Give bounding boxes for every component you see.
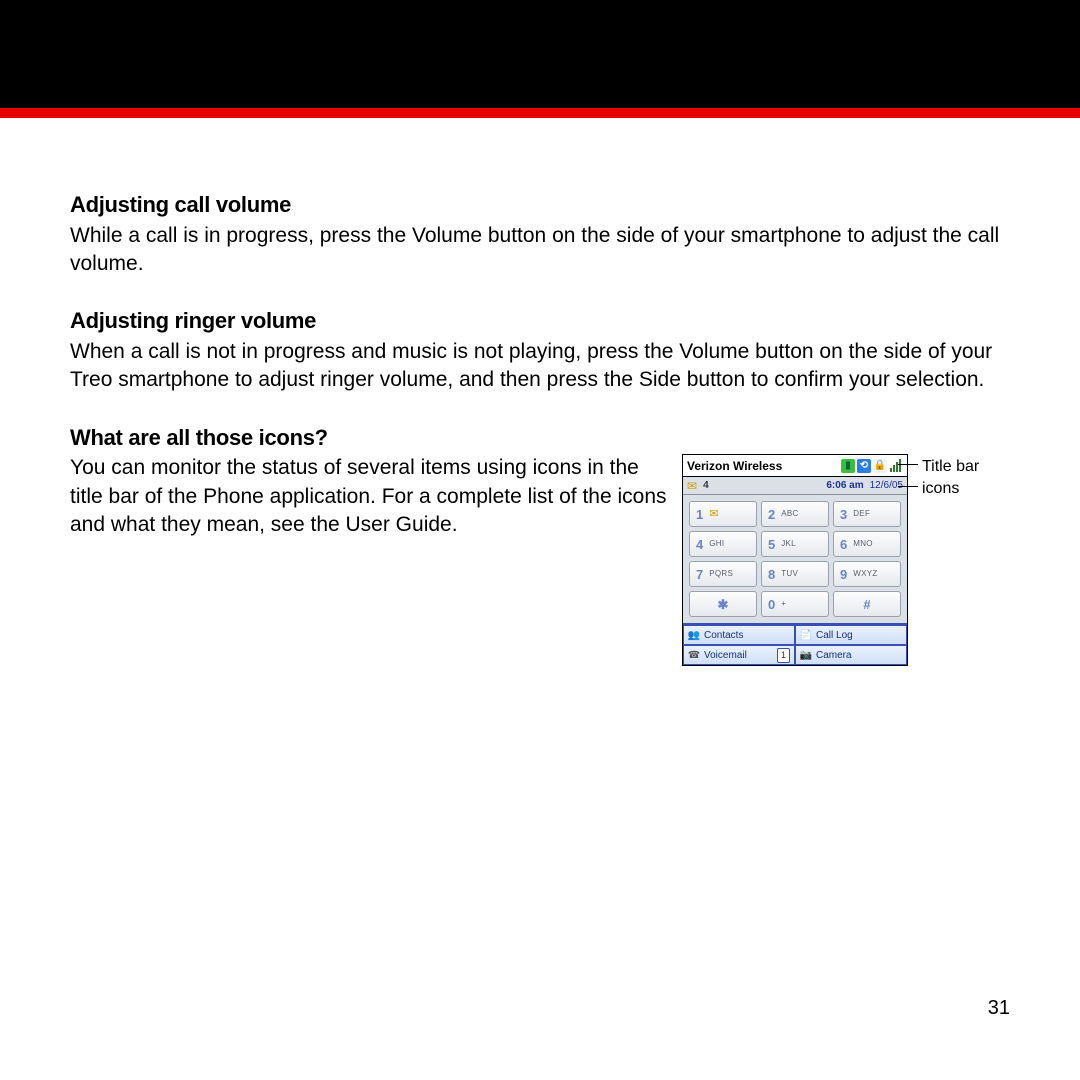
key-3[interactable]: 3DEF: [833, 501, 901, 527]
key-8[interactable]: 8TUV: [761, 561, 829, 587]
signal-icon: [889, 459, 903, 473]
manual-page: Adjusting call volume While a call is in…: [0, 0, 1080, 1080]
fav-contacts[interactable]: 👥 Contacts: [683, 625, 795, 645]
key-5[interactable]: 5JKL: [761, 531, 829, 557]
key-7[interactable]: 7PQRS: [689, 561, 757, 587]
key-0[interactable]: 0+: [761, 591, 829, 617]
calllog-icon: 📄: [800, 629, 812, 641]
battery-icon: ▮: [841, 459, 855, 473]
key-9[interactable]: 9WXYZ: [833, 561, 901, 587]
callout-line-icons: [898, 486, 918, 487]
phone-illustration-column: Verizon Wireless ▮ ⟲ 🔒 ✉ 4 6:06 am 12/: [682, 454, 1010, 666]
section2-body: When a call is not in progress and music…: [70, 338, 1010, 395]
section3-body: You can monitor the status of several it…: [70, 454, 670, 539]
phone-mockup: Verizon Wireless ▮ ⟲ 🔒 ✉ 4 6:06 am 12/: [682, 454, 908, 666]
key-6[interactable]: 6MNO: [833, 531, 901, 557]
section1-body: While a call is in progress, press the V…: [70, 222, 1010, 279]
fav-camera[interactable]: 📷 Camera: [795, 645, 907, 665]
key-hash[interactable]: #: [833, 591, 901, 617]
section3-row: You can monitor the status of several it…: [70, 454, 1010, 666]
header-red-band: [0, 108, 1080, 118]
phone-status-row: ✉ 4 6:06 am 12/6/05: [683, 477, 907, 495]
keylock-icon: 🔒: [873, 459, 887, 473]
voicemail-glyph: ✉: [709, 507, 718, 522]
key-2[interactable]: 2ABC: [761, 501, 829, 527]
fav-camera-label: Camera: [816, 649, 852, 663]
dial-keypad: 1✉ 2ABC 3DEF 4GHI 5JKL 6MNO 7PQRS 8TUV 9…: [683, 495, 907, 623]
section2-heading: Adjusting ringer volume: [70, 306, 1010, 336]
status-time: 6:06 am: [826, 479, 863, 493]
key-star[interactable]: ✱: [689, 591, 757, 617]
voicemail-badge: 1: [777, 648, 790, 662]
voicemail-icon: ☎: [688, 649, 700, 661]
header-black-band: [0, 0, 1080, 108]
carrier-label: Verizon Wireless: [687, 458, 839, 474]
callout-titlebar: Title bar: [922, 456, 979, 478]
key-4[interactable]: 4GHI: [689, 531, 757, 557]
page-number: 31: [988, 997, 1010, 1020]
key-1[interactable]: 1✉: [689, 501, 757, 527]
fav-voicemail-label: Voicemail: [704, 649, 747, 663]
bluetooth-icon: ⟲: [857, 459, 871, 473]
favorites-panel: 👥 Contacts 📄 Call Log ☎ Voicemai: [683, 623, 907, 665]
message-count: 4: [703, 479, 709, 493]
fav-calllog-label: Call Log: [816, 629, 853, 643]
message-icon: ✉: [687, 478, 697, 494]
camera-icon: 📷: [800, 649, 812, 661]
section1-heading: Adjusting call volume: [70, 190, 1010, 220]
phone-title-bar: Verizon Wireless ▮ ⟲ 🔒: [683, 455, 907, 477]
fav-calllog[interactable]: 📄 Call Log: [795, 625, 907, 645]
contacts-icon: 👥: [688, 629, 700, 641]
page-content: Adjusting call volume While a call is in…: [0, 118, 1080, 666]
callout-line-titlebar: [898, 464, 918, 465]
section3-heading: What are all those icons?: [70, 423, 1010, 453]
fav-contacts-label: Contacts: [704, 629, 743, 643]
callout-icons: icons: [922, 478, 959, 500]
fav-voicemail[interactable]: ☎ Voicemail 1: [683, 645, 795, 665]
